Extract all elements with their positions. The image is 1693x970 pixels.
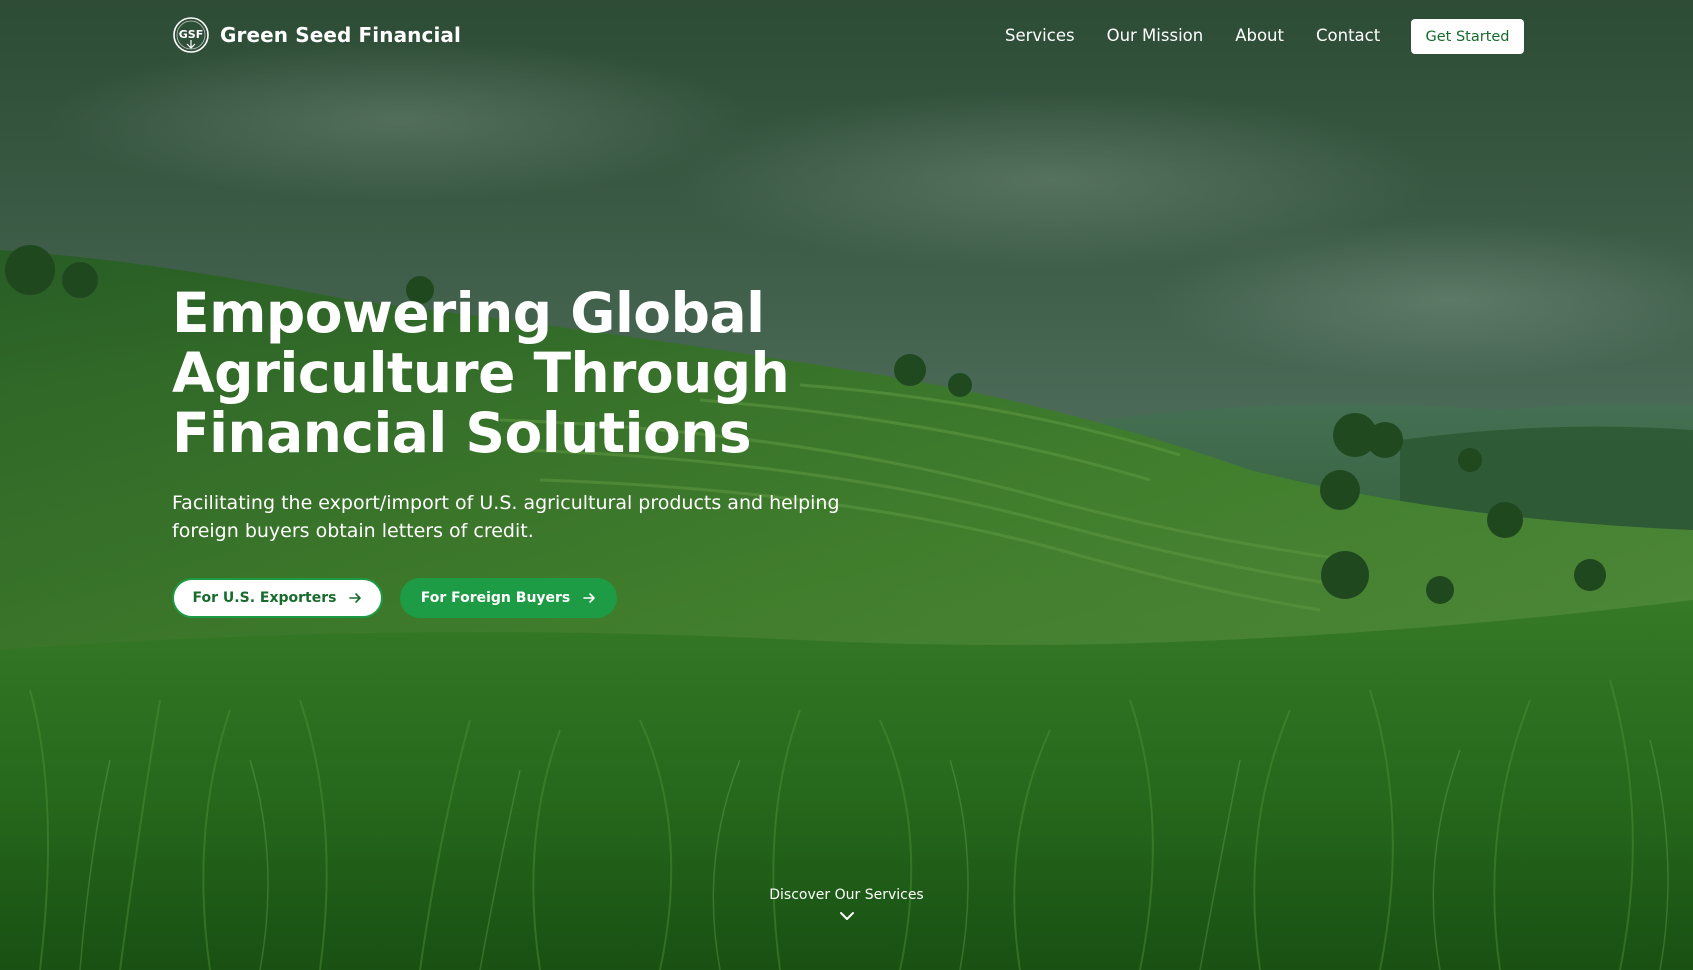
chevron-down-icon: [839, 912, 854, 920]
us-exporters-button[interactable]: For U.S. Exporters: [172, 578, 383, 618]
nav-link-services[interactable]: Services: [1005, 24, 1075, 48]
svg-text:GSF: GSF: [179, 28, 203, 41]
us-exporters-label: For U.S. Exporters: [192, 590, 337, 606]
arrow-right-icon: [349, 593, 362, 603]
hero-title-line-3: Financial Solutions: [172, 401, 752, 465]
nav-link-contact[interactable]: Contact: [1316, 24, 1380, 48]
foreign-buyers-button[interactable]: For Foreign Buyers: [400, 578, 617, 618]
arrow-right-icon: [583, 593, 596, 603]
discover-services-label: Discover Our Services: [769, 887, 924, 903]
hero-title: Empowering Global Agriculture Through Fi…: [172, 283, 932, 463]
top-navigation: GSF Green Seed Financial Services Our Mi…: [0, 0, 1693, 74]
nav-link-about[interactable]: About: [1235, 24, 1284, 48]
hero-overlay: [0, 0, 1693, 970]
nav-link-our-mission[interactable]: Our Mission: [1107, 24, 1204, 48]
brand-home-link[interactable]: GSF Green Seed Financial: [172, 16, 461, 54]
hero-section: GSF Green Seed Financial Services Our Mi…: [0, 0, 1693, 970]
hero-subtitle-line-1: Facilitating the export/import of U.S. a…: [172, 492, 840, 514]
brand-name: Green Seed Financial: [220, 23, 461, 47]
hero-subtitle: Facilitating the export/import of U.S. a…: [172, 489, 912, 545]
discover-services-link[interactable]: Discover Our Services: [0, 886, 1693, 922]
hero-subtitle-line-2: foreign buyers obtain letters of credit.: [172, 520, 534, 542]
nav-links: Services Our Mission About Contact: [1005, 24, 1380, 48]
hero-title-line-1: Empowering Global: [172, 281, 765, 345]
hero-title-line-2: Agriculture Through: [172, 341, 790, 405]
gsf-logo-icon: GSF: [173, 17, 209, 53]
get-started-button[interactable]: Get Started: [1411, 19, 1524, 54]
foreign-buyers-label: For Foreign Buyers: [420, 590, 571, 606]
